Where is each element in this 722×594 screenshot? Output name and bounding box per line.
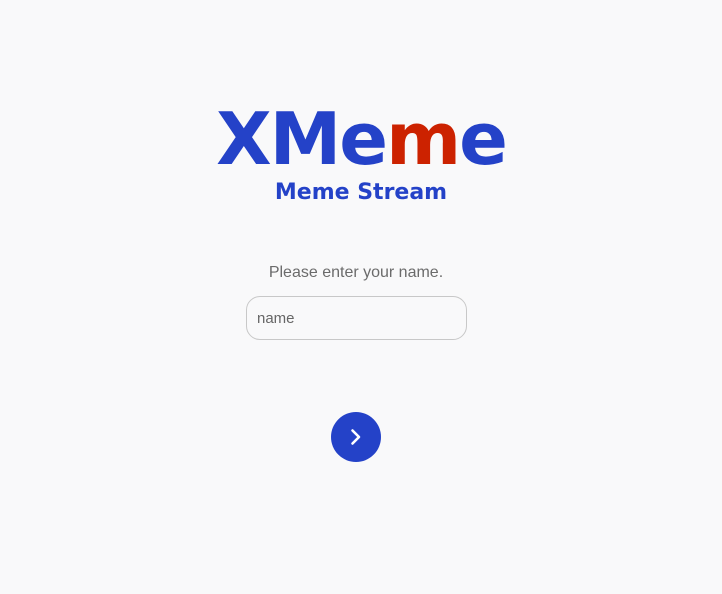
logo-text-part-1: XMe [216, 97, 388, 181]
app-subtitle: Meme Stream [274, 180, 448, 205]
logo-text-part-2: m [386, 97, 461, 181]
name-input[interactable] [246, 296, 467, 340]
logo-text-part-3: e [459, 97, 508, 181]
app-logo: XMeme [0, 100, 722, 178]
name-prompt: Please enter your name. [268, 264, 444, 281]
login-page: XMeme Meme Stream Please enter your name… [0, 0, 722, 594]
submit-button[interactable] [331, 412, 381, 462]
chevron-right-icon [351, 429, 361, 445]
